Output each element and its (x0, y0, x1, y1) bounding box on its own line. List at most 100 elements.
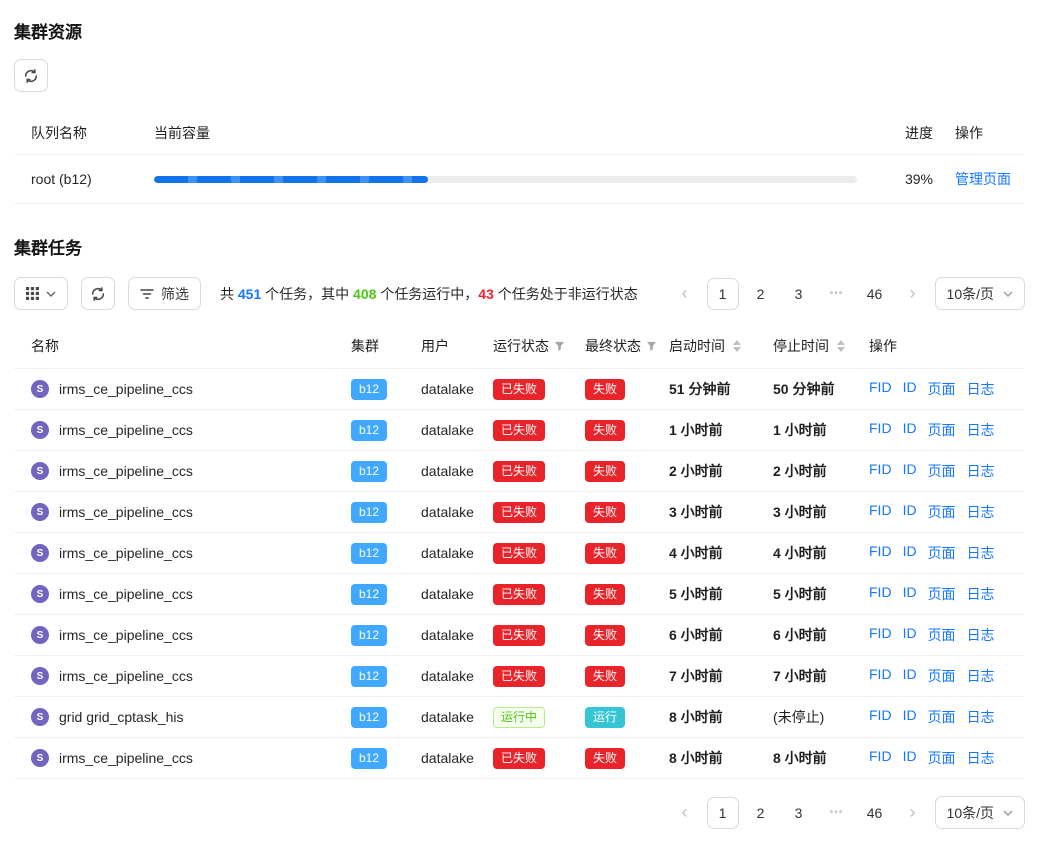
refresh-icon (91, 287, 105, 301)
tasks-refresh-button[interactable] (81, 277, 115, 310)
page-size-value: 10条/页 (947, 803, 994, 823)
final-status-badge: 失败 (585, 461, 625, 482)
sort-icon[interactable] (733, 340, 741, 352)
log-link[interactable]: 日志 (967, 543, 995, 563)
fid-link[interactable]: FID (869, 502, 892, 522)
cluster-tag: b12 (351, 543, 387, 564)
task-user: datalake (421, 750, 493, 766)
log-link[interactable]: 日志 (967, 707, 995, 727)
id-link[interactable]: ID (903, 543, 917, 563)
page-link[interactable]: 页面 (928, 625, 956, 645)
prev-page-button[interactable]: ‹ (669, 797, 701, 829)
page-link[interactable]: 页面 (928, 666, 956, 686)
page-button-1[interactable]: 1 (707, 278, 739, 310)
task-table-body: S irms_ce_pipeline_ccs b12 datalake 已失败 … (14, 369, 1025, 779)
page-link[interactable]: 页面 (928, 584, 956, 604)
top-pagination: ‹ 1 2 3 ••• 46 › 10条/页 (669, 277, 1025, 310)
run-status-badge: 已失败 (493, 625, 545, 646)
page-link[interactable]: 页面 (928, 543, 956, 563)
log-link[interactable]: 日志 (967, 625, 995, 645)
filter-button[interactable]: 筛选 (128, 277, 201, 310)
filter-funnel-icon[interactable] (554, 341, 565, 352)
page-button-3[interactable]: 3 (783, 797, 815, 829)
fid-link[interactable]: FID (869, 584, 892, 604)
task-user: datalake (421, 422, 493, 438)
page-size-select[interactable]: 10条/页 (935, 796, 1025, 829)
page-button-2[interactable]: 2 (745, 278, 777, 310)
page-size-select[interactable]: 10条/页 (935, 277, 1025, 310)
bottom-bar: ‹ 1 2 3 ••• 46 › 10条/页 (14, 796, 1025, 829)
log-link[interactable]: 日志 (967, 461, 995, 481)
resources-table-row: root (b12) 39% 管理页面 (14, 155, 1025, 204)
column-settings-button[interactable] (14, 277, 68, 310)
id-link[interactable]: ID (903, 461, 917, 481)
task-name: irms_ce_pipeline_ccs (59, 463, 193, 479)
final-status-badge: 失败 (585, 502, 625, 523)
queue-name: root (b12) (14, 171, 154, 187)
log-link[interactable]: 日志 (967, 666, 995, 686)
page-button-46[interactable]: 46 (859, 797, 891, 829)
header-start-time: 启动时间 (669, 336, 773, 356)
table-row: S irms_ce_pipeline_ccs b12 datalake 已失败 … (14, 615, 1025, 656)
task-name: irms_ce_pipeline_ccs (59, 381, 193, 397)
fid-link[interactable]: FID (869, 707, 892, 727)
header-current-capacity: 当前容量 (154, 123, 871, 143)
prev-page-button[interactable]: ‹ (669, 278, 701, 310)
page-link[interactable]: 页面 (928, 748, 956, 768)
summary-stopped-count: 43 (478, 286, 494, 302)
page-button-1[interactable]: 1 (707, 797, 739, 829)
spark-avatar: S (31, 708, 49, 726)
page-button-2[interactable]: 2 (745, 797, 777, 829)
resources-refresh-button[interactable] (14, 59, 48, 92)
manage-page-link[interactable]: 管理页面 (955, 171, 1011, 187)
id-link[interactable]: ID (903, 625, 917, 645)
task-user: datalake (421, 586, 493, 602)
page-link[interactable]: 页面 (928, 461, 956, 481)
log-link[interactable]: 日志 (967, 420, 995, 440)
sort-icon[interactable] (837, 340, 845, 352)
task-user: datalake (421, 545, 493, 561)
page-link[interactable]: 页面 (928, 502, 956, 522)
log-link[interactable]: 日志 (967, 748, 995, 768)
header-queue-name: 队列名称 (14, 123, 154, 143)
page-link[interactable]: 页面 (928, 707, 956, 727)
task-start-time: 1 小时前 (669, 420, 773, 440)
final-status-badge: 失败 (585, 625, 625, 646)
log-link[interactable]: 日志 (967, 584, 995, 604)
id-link[interactable]: ID (903, 420, 917, 440)
fid-link[interactable]: FID (869, 420, 892, 440)
header-cluster: 集群 (351, 336, 421, 356)
id-link[interactable]: ID (903, 666, 917, 686)
page-link[interactable]: 页面 (928, 379, 956, 399)
fid-link[interactable]: FID (869, 666, 892, 686)
id-link[interactable]: ID (903, 502, 917, 522)
next-page-button[interactable]: › (897, 797, 929, 829)
id-link[interactable]: ID (903, 379, 917, 399)
task-user: datalake (421, 668, 493, 684)
page-ellipsis[interactable]: ••• (821, 797, 853, 829)
fid-link[interactable]: FID (869, 543, 892, 563)
next-page-button[interactable]: › (897, 278, 929, 310)
fid-link[interactable]: FID (869, 461, 892, 481)
id-link[interactable]: ID (903, 707, 917, 727)
header-action: 操作 (933, 123, 1025, 143)
page-button-46[interactable]: 46 (859, 278, 891, 310)
fid-link[interactable]: FID (869, 379, 892, 399)
task-user: datalake (421, 627, 493, 643)
task-stop-time: 50 分钟前 (773, 379, 869, 399)
page-link[interactable]: 页面 (928, 420, 956, 440)
fid-link[interactable]: FID (869, 748, 892, 768)
page-button-3[interactable]: 3 (783, 278, 815, 310)
filter-funnel-icon[interactable] (646, 341, 657, 352)
log-link[interactable]: 日志 (967, 379, 995, 399)
header-run-status: 运行状态 (493, 336, 585, 356)
id-link[interactable]: ID (903, 584, 917, 604)
page-ellipsis[interactable]: ••• (821, 278, 853, 310)
fid-link[interactable]: FID (869, 625, 892, 645)
id-link[interactable]: ID (903, 748, 917, 768)
task-stop-time: 3 小时前 (773, 502, 869, 522)
spark-avatar: S (31, 462, 49, 480)
cluster-tag: b12 (351, 584, 387, 605)
task-user: datalake (421, 504, 493, 520)
log-link[interactable]: 日志 (967, 502, 995, 522)
